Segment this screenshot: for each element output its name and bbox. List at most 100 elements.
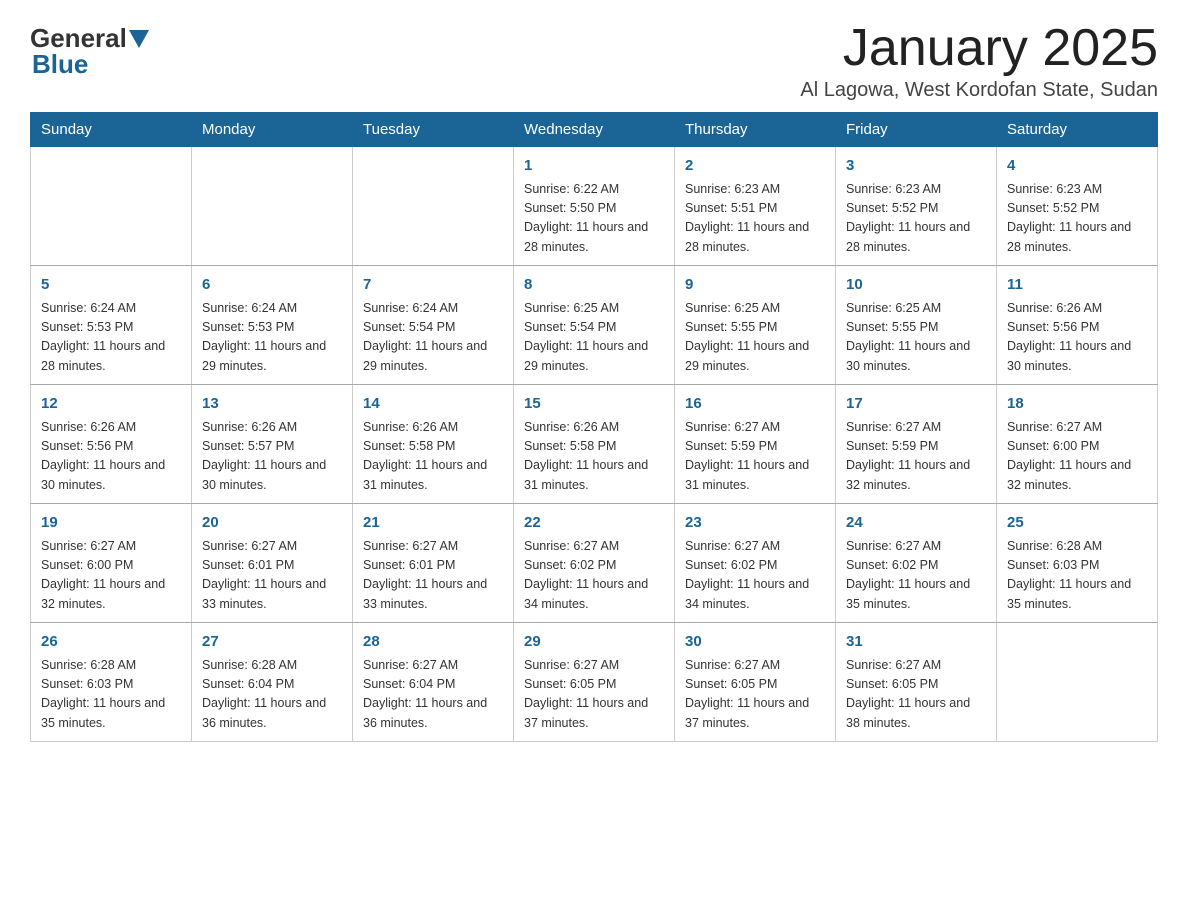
table-row: 18Sunrise: 6:27 AM Sunset: 6:00 PM Dayli… — [997, 385, 1158, 504]
day-number: 16 — [685, 393, 825, 416]
day-number: 12 — [41, 393, 181, 416]
table-row: 21Sunrise: 6:27 AM Sunset: 6:01 PM Dayli… — [353, 504, 514, 623]
table-row: 9Sunrise: 6:25 AM Sunset: 5:55 PM Daylig… — [675, 266, 836, 385]
day-info: Sunrise: 6:27 AM Sunset: 6:02 PM Dayligh… — [524, 537, 664, 615]
day-info: Sunrise: 6:27 AM Sunset: 6:00 PM Dayligh… — [1007, 418, 1147, 496]
day-info: Sunrise: 6:24 AM Sunset: 5:53 PM Dayligh… — [41, 299, 181, 377]
day-number: 25 — [1007, 512, 1147, 535]
day-info: Sunrise: 6:26 AM Sunset: 5:58 PM Dayligh… — [363, 418, 503, 496]
day-number: 15 — [524, 393, 664, 416]
day-number: 26 — [41, 631, 181, 654]
day-number: 30 — [685, 631, 825, 654]
day-info: Sunrise: 6:27 AM Sunset: 6:04 PM Dayligh… — [363, 656, 503, 734]
table-row: 12Sunrise: 6:26 AM Sunset: 5:56 PM Dayli… — [31, 385, 192, 504]
table-row: 26Sunrise: 6:28 AM Sunset: 6:03 PM Dayli… — [31, 623, 192, 742]
day-number: 8 — [524, 274, 664, 297]
day-info: Sunrise: 6:25 AM Sunset: 5:54 PM Dayligh… — [524, 299, 664, 377]
table-row: 2Sunrise: 6:23 AM Sunset: 5:51 PM Daylig… — [675, 147, 836, 266]
day-info: Sunrise: 6:27 AM Sunset: 6:02 PM Dayligh… — [685, 537, 825, 615]
logo: General Blue — [30, 20, 149, 80]
day-info: Sunrise: 6:27 AM Sunset: 6:05 PM Dayligh… — [524, 656, 664, 734]
table-row: 23Sunrise: 6:27 AM Sunset: 6:02 PM Dayli… — [675, 504, 836, 623]
day-info: Sunrise: 6:27 AM Sunset: 6:00 PM Dayligh… — [41, 537, 181, 615]
day-number: 4 — [1007, 155, 1147, 178]
day-info: Sunrise: 6:26 AM Sunset: 5:56 PM Dayligh… — [41, 418, 181, 496]
day-info: Sunrise: 6:25 AM Sunset: 5:55 PM Dayligh… — [685, 299, 825, 377]
table-row: 11Sunrise: 6:26 AM Sunset: 5:56 PM Dayli… — [997, 266, 1158, 385]
table-row: 15Sunrise: 6:26 AM Sunset: 5:58 PM Dayli… — [514, 385, 675, 504]
table-row: 14Sunrise: 6:26 AM Sunset: 5:58 PM Dayli… — [353, 385, 514, 504]
day-number: 9 — [685, 274, 825, 297]
day-info: Sunrise: 6:23 AM Sunset: 5:52 PM Dayligh… — [1007, 180, 1147, 258]
day-info: Sunrise: 6:28 AM Sunset: 6:03 PM Dayligh… — [41, 656, 181, 734]
day-info: Sunrise: 6:23 AM Sunset: 5:52 PM Dayligh… — [846, 180, 986, 258]
table-row: 16Sunrise: 6:27 AM Sunset: 5:59 PM Dayli… — [675, 385, 836, 504]
table-row: 27Sunrise: 6:28 AM Sunset: 6:04 PM Dayli… — [192, 623, 353, 742]
day-number: 29 — [524, 631, 664, 654]
month-title: January 2025 — [800, 20, 1158, 77]
title-section: January 2025 Al Lagowa, West Kordofan St… — [800, 20, 1158, 102]
day-number: 7 — [363, 274, 503, 297]
table-row: 29Sunrise: 6:27 AM Sunset: 6:05 PM Dayli… — [514, 623, 675, 742]
calendar-week-row: 12Sunrise: 6:26 AM Sunset: 5:56 PM Dayli… — [31, 385, 1158, 504]
table-row: 3Sunrise: 6:23 AM Sunset: 5:52 PM Daylig… — [836, 147, 997, 266]
day-number: 19 — [41, 512, 181, 535]
day-info: Sunrise: 6:28 AM Sunset: 6:04 PM Dayligh… — [202, 656, 342, 734]
day-number: 6 — [202, 274, 342, 297]
table-row — [192, 147, 353, 266]
table-row: 5Sunrise: 6:24 AM Sunset: 5:53 PM Daylig… — [31, 266, 192, 385]
calendar-week-row: 19Sunrise: 6:27 AM Sunset: 6:00 PM Dayli… — [31, 504, 1158, 623]
day-number: 21 — [363, 512, 503, 535]
day-info: Sunrise: 6:22 AM Sunset: 5:50 PM Dayligh… — [524, 180, 664, 258]
day-number: 13 — [202, 393, 342, 416]
table-row: 10Sunrise: 6:25 AM Sunset: 5:55 PM Dayli… — [836, 266, 997, 385]
table-row: 19Sunrise: 6:27 AM Sunset: 6:00 PM Dayli… — [31, 504, 192, 623]
day-info: Sunrise: 6:27 AM Sunset: 6:01 PM Dayligh… — [363, 537, 503, 615]
table-row: 24Sunrise: 6:27 AM Sunset: 6:02 PM Dayli… — [836, 504, 997, 623]
col-thursday: Thursday — [675, 113, 836, 147]
table-row: 25Sunrise: 6:28 AM Sunset: 6:03 PM Dayli… — [997, 504, 1158, 623]
calendar-table: Sunday Monday Tuesday Wednesday Thursday… — [30, 112, 1158, 742]
logo-blue-text: Blue — [32, 49, 88, 80]
table-row — [997, 623, 1158, 742]
day-info: Sunrise: 6:26 AM Sunset: 5:58 PM Dayligh… — [524, 418, 664, 496]
day-number: 3 — [846, 155, 986, 178]
day-number: 11 — [1007, 274, 1147, 297]
day-number: 1 — [524, 155, 664, 178]
day-number: 24 — [846, 512, 986, 535]
day-info: Sunrise: 6:27 AM Sunset: 5:59 PM Dayligh… — [685, 418, 825, 496]
table-row: 8Sunrise: 6:25 AM Sunset: 5:54 PM Daylig… — [514, 266, 675, 385]
logo-triangle-icon — [129, 30, 149, 48]
table-row: 1Sunrise: 6:22 AM Sunset: 5:50 PM Daylig… — [514, 147, 675, 266]
day-info: Sunrise: 6:27 AM Sunset: 5:59 PM Dayligh… — [846, 418, 986, 496]
table-row: 4Sunrise: 6:23 AM Sunset: 5:52 PM Daylig… — [997, 147, 1158, 266]
calendar-week-row: 1Sunrise: 6:22 AM Sunset: 5:50 PM Daylig… — [31, 147, 1158, 266]
col-friday: Friday — [836, 113, 997, 147]
table-row: 6Sunrise: 6:24 AM Sunset: 5:53 PM Daylig… — [192, 266, 353, 385]
day-number: 5 — [41, 274, 181, 297]
col-sunday: Sunday — [31, 113, 192, 147]
day-info: Sunrise: 6:24 AM Sunset: 5:53 PM Dayligh… — [202, 299, 342, 377]
day-info: Sunrise: 6:27 AM Sunset: 6:02 PM Dayligh… — [846, 537, 986, 615]
page-header: General Blue January 2025 Al Lagowa, Wes… — [30, 20, 1158, 102]
day-number: 22 — [524, 512, 664, 535]
day-number: 23 — [685, 512, 825, 535]
day-info: Sunrise: 6:27 AM Sunset: 6:05 PM Dayligh… — [846, 656, 986, 734]
calendar-week-row: 5Sunrise: 6:24 AM Sunset: 5:53 PM Daylig… — [31, 266, 1158, 385]
day-number: 27 — [202, 631, 342, 654]
day-number: 28 — [363, 631, 503, 654]
day-info: Sunrise: 6:26 AM Sunset: 5:56 PM Dayligh… — [1007, 299, 1147, 377]
table-row: 28Sunrise: 6:27 AM Sunset: 6:04 PM Dayli… — [353, 623, 514, 742]
location-text: Al Lagowa, West Kordofan State, Sudan — [800, 79, 1158, 102]
col-monday: Monday — [192, 113, 353, 147]
day-number: 2 — [685, 155, 825, 178]
table-row: 22Sunrise: 6:27 AM Sunset: 6:02 PM Dayli… — [514, 504, 675, 623]
day-number: 18 — [1007, 393, 1147, 416]
day-info: Sunrise: 6:27 AM Sunset: 6:05 PM Dayligh… — [685, 656, 825, 734]
day-number: 14 — [363, 393, 503, 416]
day-info: Sunrise: 6:25 AM Sunset: 5:55 PM Dayligh… — [846, 299, 986, 377]
table-row — [31, 147, 192, 266]
day-info: Sunrise: 6:27 AM Sunset: 6:01 PM Dayligh… — [202, 537, 342, 615]
day-info: Sunrise: 6:28 AM Sunset: 6:03 PM Dayligh… — [1007, 537, 1147, 615]
day-number: 10 — [846, 274, 986, 297]
